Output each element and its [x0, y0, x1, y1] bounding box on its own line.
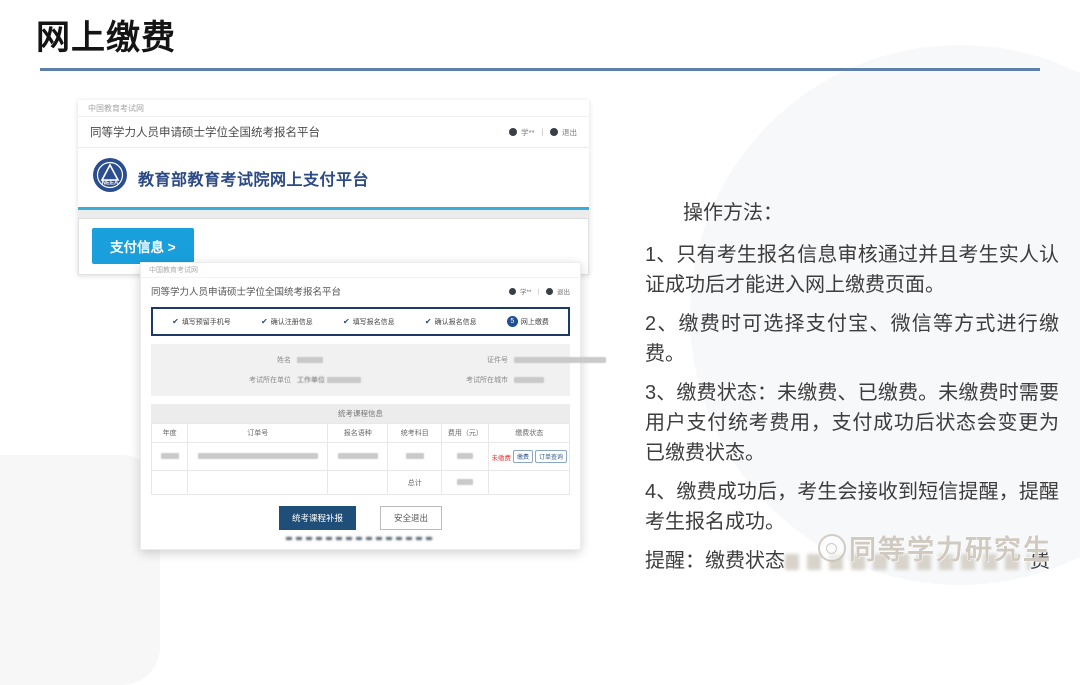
field-label-id: 证件号: [433, 355, 508, 365]
step-label: 填写预留手机号: [182, 317, 231, 327]
field-label-unit: 考试所在单位: [211, 375, 291, 385]
order-query-button[interactable]: 订单查询: [535, 450, 567, 463]
redacted-value: [327, 377, 361, 383]
redacted-value: [514, 357, 606, 363]
table-row: 未缴费 缴费 订单查询: [152, 443, 570, 471]
logout-icon: [550, 128, 558, 136]
col-fee: 费用（元）: [442, 424, 489, 443]
redacted-value: [457, 479, 473, 485]
step-online-payment: 5 网上缴费: [507, 316, 549, 327]
logout-icon: [546, 288, 553, 295]
table-header-row: 年度 订单号 报名语种 统考科目 费用（元） 缴费状态: [152, 424, 570, 443]
user-icon: [509, 288, 516, 295]
redacted-value: [514, 377, 544, 383]
step-label: 填写报名信息: [353, 317, 395, 327]
reminder-start: 提醒：缴费状态: [645, 550, 785, 572]
col-year: 年度: [152, 424, 188, 443]
decor-circle-bottom-left: [0, 455, 160, 685]
title-underline: [40, 68, 1040, 71]
total-label: 总计: [388, 471, 442, 495]
redacted-value: [161, 453, 179, 459]
site-label: 中国教育考试网: [78, 100, 589, 117]
instruction-item-2: 2、缴费时可选择支付宝、微信等方式进行缴费。: [645, 309, 1059, 369]
user-name[interactable]: 学**: [520, 286, 532, 296]
course-table: 年度 订单号 报名语种 统考科目 费用（元） 缴费状态 未缴费 缴费 订单查询: [151, 423, 570, 495]
redacted-value: [406, 453, 424, 459]
portal-title: 同等学力人员申请硕士学位全国统考报名平台: [90, 124, 320, 140]
logout-link[interactable]: 退出: [557, 286, 570, 296]
payment-platform-title: 教育部教育考试院网上支付平台: [138, 166, 369, 190]
reminder-line: 提醒：缴费状态 费: [645, 546, 1059, 576]
col-subject: 统考科目: [388, 424, 442, 443]
site-label: 中国教育考试网: [141, 263, 580, 278]
step-label: 确认注册信息: [271, 317, 313, 327]
field-label-name: 姓名: [211, 355, 291, 365]
user-icon: [509, 128, 517, 136]
check-icon: [172, 318, 179, 326]
safe-exit-button[interactable]: 安全退出: [380, 506, 442, 530]
status-badge: 未缴费: [491, 452, 511, 462]
check-icon: [343, 318, 350, 326]
step-label: 确认报名信息: [435, 317, 477, 327]
col-lang: 报名语种: [328, 424, 388, 443]
page-title: 网上缴费: [36, 10, 176, 59]
svg-text:NEEA: NEEA: [102, 181, 119, 187]
menu-divider: ｜: [539, 127, 547, 138]
redacted-value: [297, 357, 323, 363]
redacted-value: [457, 453, 473, 459]
instruction-item-4: 4、缴费成功后，考生会接收到短信提醒，提醒考生报名成功。: [645, 477, 1059, 537]
col-order: 订单号: [188, 424, 328, 443]
instruction-item-3: 3、缴费状态：未缴费、已缴费。未缴费时需要用户支付统考费用，支付成功后状态会变更…: [645, 378, 1059, 468]
col-status: 缴费状态: [489, 424, 570, 443]
instructions-heading: 操作方法：: [645, 196, 1059, 225]
portal-title: 同等学力人员申请硕士学位全国统考报名平台: [151, 284, 341, 298]
step-confirm-info: 确认报名信息: [425, 317, 477, 327]
screenshot-payment-page: 中国教育考试网 同等学力人员申请硕士学位全国统考报名平台 学** ｜ 退出 填写…: [140, 262, 581, 550]
step-fill-phone: 填写预留手机号: [172, 317, 231, 327]
table-total-row: 总计: [152, 471, 570, 495]
instructions-panel: 操作方法： 1、只有考生报名信息审核通过并且考生实人认证成功后才能进入网上缴费页…: [645, 196, 1059, 576]
supplement-course-button[interactable]: 统考课程补报: [279, 506, 356, 530]
obscured-text: [785, 554, 1030, 570]
step-confirm-register: 确认注册信息: [261, 317, 313, 327]
check-icon: [425, 318, 432, 326]
menu-divider: ｜: [536, 286, 543, 296]
neea-logo-icon: NEEA: [92, 157, 128, 198]
instruction-item-1: 1、只有考生报名信息审核通过并且考生实人认证成功后才能进入网上缴费页面。: [645, 240, 1059, 300]
field-value-unit: 工作单位: [297, 377, 325, 384]
pay-button[interactable]: 缴费: [513, 450, 533, 463]
redacted-value: [338, 453, 378, 459]
payment-info-button[interactable]: 支付信息 >: [92, 228, 194, 264]
user-menu: 学** ｜ 退出: [509, 286, 570, 296]
progress-stepper: 填写预留手机号 确认注册信息 填写报名信息 确认报名信息 5 网上缴费: [151, 307, 570, 336]
step-label: 网上缴费: [521, 317, 549, 327]
candidate-info-panel: 姓名 证件号 考试所在单位 工作单位 考试所在城市: [151, 344, 570, 396]
user-name[interactable]: 学**: [521, 127, 534, 138]
step-fill-info: 填写报名信息: [343, 317, 395, 327]
footer-copyright-blur: [286, 537, 436, 540]
course-section-title: 统考课程信息: [151, 404, 570, 423]
redacted-value: [198, 453, 318, 459]
gray-strip: [78, 210, 589, 219]
logout-link[interactable]: 退出: [562, 127, 577, 138]
check-icon: [261, 318, 268, 326]
screenshot-payment-platform: 中国教育考试网 同等学力人员申请硕士学位全国统考报名平台 学** ｜ 退出 NE…: [78, 100, 589, 275]
reminder-end: 费: [1030, 550, 1050, 572]
step-number-badge: 5: [507, 316, 518, 327]
course-table-section: 统考课程信息 年度 订单号 报名语种 统考科目 费用（元） 缴费状态 未缴费: [151, 404, 570, 495]
user-menu: 学** ｜ 退出: [509, 127, 577, 138]
field-label-city: 考试所在城市: [433, 375, 508, 385]
